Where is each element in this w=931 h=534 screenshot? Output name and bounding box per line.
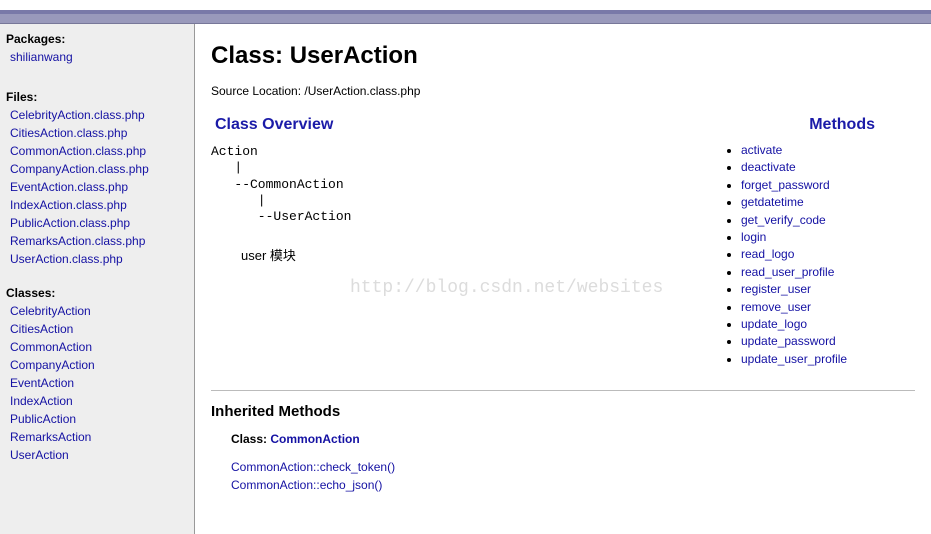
file-link[interactable]: UserAction.class.php — [6, 250, 188, 268]
class-link[interactable]: CelebrityAction — [6, 302, 188, 320]
class-link[interactable]: UserAction — [6, 446, 188, 464]
list-item: activate — [741, 142, 915, 159]
file-link[interactable]: IndexAction.class.php — [6, 196, 188, 214]
inherited-methods-heading: Inherited Methods — [211, 403, 915, 420]
main-content: Class: UserAction Source Location: /User… — [195, 24, 931, 534]
methods-list: activate deactivate forget_password getd… — [725, 142, 915, 368]
method-link[interactable]: getdatetime — [741, 195, 804, 209]
class-link[interactable]: CompanyAction — [6, 356, 188, 374]
list-item: register_user — [741, 281, 915, 298]
method-link[interactable]: deactivate — [741, 160, 796, 174]
class-link[interactable]: CitiesAction — [6, 320, 188, 338]
list-item: update_password — [741, 333, 915, 350]
packages-list: shilianwang — [6, 48, 188, 66]
file-link[interactable]: RemarksAction.class.php — [6, 232, 188, 250]
class-link[interactable]: EventAction — [6, 374, 188, 392]
list-item: login — [741, 229, 915, 246]
method-link[interactable]: read_user_profile — [741, 265, 834, 279]
class-overview: Class Overview Action | --CommonAction |… — [211, 112, 695, 368]
list-item: getdatetime — [741, 194, 915, 211]
list-item: update_user_profile — [741, 351, 915, 368]
list-item: read_logo — [741, 246, 915, 263]
inherited-method-link[interactable]: CommonAction::check_token() — [231, 458, 915, 476]
file-link[interactable]: PublicAction.class.php — [6, 214, 188, 232]
method-link[interactable]: register_user — [741, 282, 811, 296]
section-divider — [211, 390, 915, 391]
class-hierarchy: Action | --CommonAction | --UserAction — [211, 144, 695, 225]
files-heading: Files: — [6, 90, 188, 104]
class-link[interactable]: PublicAction — [6, 410, 188, 428]
list-item: remove_user — [741, 299, 915, 316]
class-link[interactable]: IndexAction — [6, 392, 188, 410]
class-link[interactable]: CommonAction — [6, 338, 188, 356]
header-bar — [0, 10, 931, 24]
inherited-methods-list: CommonAction::check_token() CommonAction… — [231, 458, 915, 494]
packages-heading: Packages: — [6, 32, 188, 46]
file-link[interactable]: CompanyAction.class.php — [6, 160, 188, 178]
class-link[interactable]: RemarksAction — [6, 428, 188, 446]
method-link[interactable]: get_verify_code — [741, 213, 826, 227]
method-link[interactable]: remove_user — [741, 300, 811, 314]
overview-heading: Class Overview — [215, 116, 695, 134]
method-link[interactable]: activate — [741, 143, 782, 157]
list-item: update_logo — [741, 316, 915, 333]
class-description: user 模块 — [241, 245, 695, 264]
file-link[interactable]: CitiesAction.class.php — [6, 124, 188, 142]
inherited-class-link[interactable]: CommonAction — [270, 432, 359, 446]
method-link[interactable]: read_logo — [741, 247, 794, 261]
list-item: get_verify_code — [741, 212, 915, 229]
method-link[interactable]: update_user_profile — [741, 352, 847, 366]
method-link[interactable]: update_password — [741, 334, 836, 348]
method-link[interactable]: forget_password — [741, 178, 830, 192]
page-container: Packages: shilianwang Files: CelebrityAc… — [0, 24, 931, 534]
inherited-class-ref: Class: CommonAction — [231, 432, 915, 446]
file-link[interactable]: CommonAction.class.php — [6, 142, 188, 160]
file-link[interactable]: CelebrityAction.class.php — [6, 106, 188, 124]
classes-heading: Classes: — [6, 286, 188, 300]
package-link[interactable]: shilianwang — [6, 48, 188, 66]
list-item: deactivate — [741, 159, 915, 176]
source-location: Source Location: /UserAction.class.php — [211, 84, 915, 98]
sidebar: Packages: shilianwang Files: CelebrityAc… — [0, 24, 195, 534]
class-prefix: Class: — [231, 432, 270, 446]
page-title: Class: UserAction — [211, 42, 915, 70]
classes-list: CelebrityAction CitiesAction CommonActio… — [6, 302, 188, 464]
files-list: CelebrityAction.class.php CitiesAction.c… — [6, 106, 188, 268]
method-link[interactable]: login — [741, 230, 766, 244]
methods-heading: Methods — [725, 116, 915, 134]
list-item: read_user_profile — [741, 264, 915, 281]
list-item: forget_password — [741, 177, 915, 194]
method-link[interactable]: update_logo — [741, 317, 807, 331]
file-link[interactable]: EventAction.class.php — [6, 178, 188, 196]
inherited-method-link[interactable]: CommonAction::echo_json() — [231, 476, 915, 494]
methods-panel: Methods activate deactivate forget_passw… — [725, 112, 915, 368]
